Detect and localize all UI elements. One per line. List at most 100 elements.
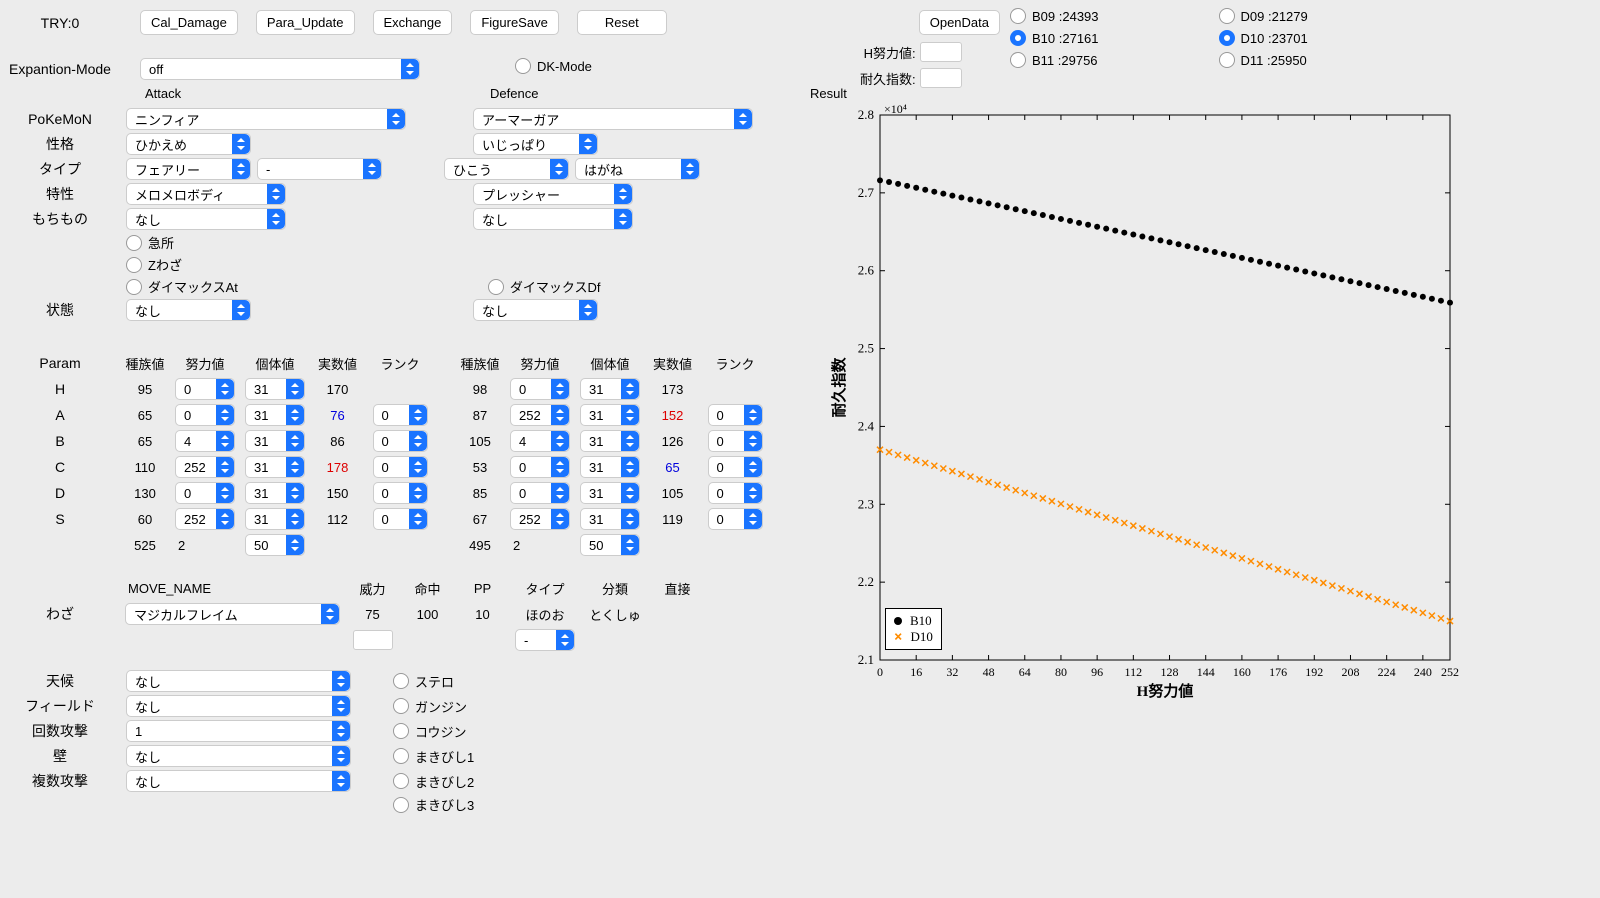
atk-S-rank-select[interactable]: 0 [373,508,428,530]
atk-D-iv-select[interactable]: 31 [245,482,305,504]
stero-radio[interactable]: ステロ [393,672,454,691]
defence-type1-select[interactable]: ひこう [444,158,569,180]
def-H-iv-select[interactable]: 31 [580,378,640,400]
atk-D-ev-select[interactable]: 0 [175,482,235,504]
atk-H-real: 170 [310,382,365,397]
dmax-at-radio[interactable]: ダイマックスAt [126,277,238,296]
svg-text:2.7: 2.7 [858,185,875,200]
atk-H-iv-select[interactable]: 31 [245,378,305,400]
move-power-val: 75 [345,607,400,622]
hdr-base-a: 種族値 [120,354,170,373]
weather-select[interactable]: なし [126,670,351,692]
cal-damage-button[interactable]: Cal_Damage [140,10,238,35]
def-D-iv-select[interactable]: 31 [580,482,640,504]
multi-select[interactable]: なし [126,770,351,792]
open-data-button[interactable]: OpenData [919,10,1000,35]
def-A-iv-select[interactable]: 31 [580,404,640,426]
radio-b11[interactable]: B11 :29756 [1010,52,1099,68]
maki1-radio[interactable]: まきびし1 [393,747,474,766]
atk-B-iv-select[interactable]: 31 [245,430,305,452]
attack-pokemon-select[interactable]: ニンフィア [126,108,406,130]
radio-b10[interactable]: B10 :27161 [1010,30,1099,46]
def-S-iv-select[interactable]: 31 [580,508,640,530]
wall-select[interactable]: なし [126,745,351,767]
attack-type1-select[interactable]: フェアリー [126,158,251,180]
svg-text:0: 0 [877,665,883,679]
hits-select[interactable]: 1 [126,720,351,742]
atk-C-iv-select[interactable]: 31 [245,456,305,478]
def-B-rank-select[interactable]: 0 [708,430,763,452]
def-D-ev-select[interactable]: 0 [510,482,570,504]
crit-radio[interactable]: 急所 [126,233,174,252]
radio-d09[interactable]: D09 :21279 [1219,8,1308,24]
maki3-radio[interactable]: まきびし3 [393,795,474,814]
stat-C: C [0,459,120,475]
defence-nature-select[interactable]: いじっぱり [473,133,598,155]
def-B-ev-select[interactable]: 4 [510,430,570,452]
def-S-rank-select[interactable]: 0 [708,508,763,530]
attack-item-select[interactable]: なし [126,208,286,230]
move-extra-select[interactable]: - [515,629,575,651]
atk-D-rank-select[interactable]: 0 [373,482,428,504]
move-label: わざ [0,604,120,624]
atk-A-ev-select[interactable]: 0 [175,404,235,426]
figure-save-button[interactable]: FigureSave [470,10,558,35]
attack-status-select[interactable]: なし [126,299,251,321]
def-H-ev-select[interactable]: 0 [510,378,570,400]
def-C-ev-select[interactable]: 0 [510,456,570,478]
atk-B-ev-select[interactable]: 4 [175,430,235,452]
reset-button[interactable]: Reset [577,10,667,35]
move-type-val: ほのお [510,605,580,624]
ability-label: 特性 [0,184,120,204]
exchange-button[interactable]: Exchange [373,10,453,35]
atk-S-ev-select[interactable]: 252 [175,508,235,530]
maki2-radio[interactable]: まきびし2 [393,772,474,791]
def-A-rank-select[interactable]: 0 [708,404,763,426]
field-select[interactable]: なし [126,695,351,717]
atk-H-ev-select[interactable]: 0 [175,378,235,400]
atk-S-iv-select[interactable]: 31 [245,508,305,530]
idx-input[interactable] [920,68,962,88]
def-C-iv-select[interactable]: 31 [580,456,640,478]
defence-pokemon-select[interactable]: アーマーガア [473,108,753,130]
attack-ability-select[interactable]: メロメロボディ [126,183,286,205]
attack-type2-select[interactable]: - [257,158,382,180]
move-power-input[interactable] [353,630,393,650]
koujin-radio[interactable]: コウジン [393,722,466,741]
move-name-select[interactable]: マジカルフレイム [125,603,340,625]
defence-item-select[interactable]: なし [473,208,633,230]
dk-mode-radio[interactable]: DK-Mode [515,58,592,74]
ganjin-radio[interactable]: ガンジン [393,697,467,716]
radio-d11[interactable]: D11 :25950 [1219,52,1308,68]
defence-status-select[interactable]: なし [473,299,598,321]
def-C-rank-select[interactable]: 0 [708,456,763,478]
atk-S-base: 60 [120,512,170,527]
radio-b09[interactable]: B09 :24393 [1010,8,1099,24]
radio-d10[interactable]: D10 :23701 [1219,30,1308,46]
atk-A-iv-select[interactable]: 31 [245,404,305,426]
atk-B-rank-select[interactable]: 0 [373,430,428,452]
def-D-rank-select[interactable]: 0 [708,482,763,504]
hev-input[interactable] [920,42,962,62]
zmove-radio[interactable]: Zわざ [126,255,182,274]
defence-ability-select[interactable]: プレッシャー [473,183,633,205]
field-label: フィールド [0,696,120,716]
attack-nature-select[interactable]: ひかえめ [126,133,251,155]
pokemon-label: PoKeMoN [0,111,120,127]
def-level-select[interactable]: 50 [580,534,640,556]
def-B-iv-select[interactable]: 31 [580,430,640,452]
dmax-df-radio[interactable]: ダイマックスDf [488,277,601,296]
def-D-base: 85 [455,486,505,501]
atk-C-rank-select[interactable]: 0 [373,456,428,478]
atk-level-select[interactable]: 50 [245,534,305,556]
def-A-ev-select[interactable]: 252 [510,404,570,426]
atk-A-rank-select[interactable]: 0 [373,404,428,426]
atk-C-real: 178 [310,460,365,475]
stat-H: H [0,381,120,397]
defence-type2-select[interactable]: はがね [575,158,700,180]
def-S-ev-select[interactable]: 252 [510,508,570,530]
expantion-mode-select[interactable]: off [140,58,420,80]
defence-header: Defence [490,86,538,101]
atk-C-ev-select[interactable]: 252 [175,456,235,478]
para-update-button[interactable]: Para_Update [256,10,355,35]
